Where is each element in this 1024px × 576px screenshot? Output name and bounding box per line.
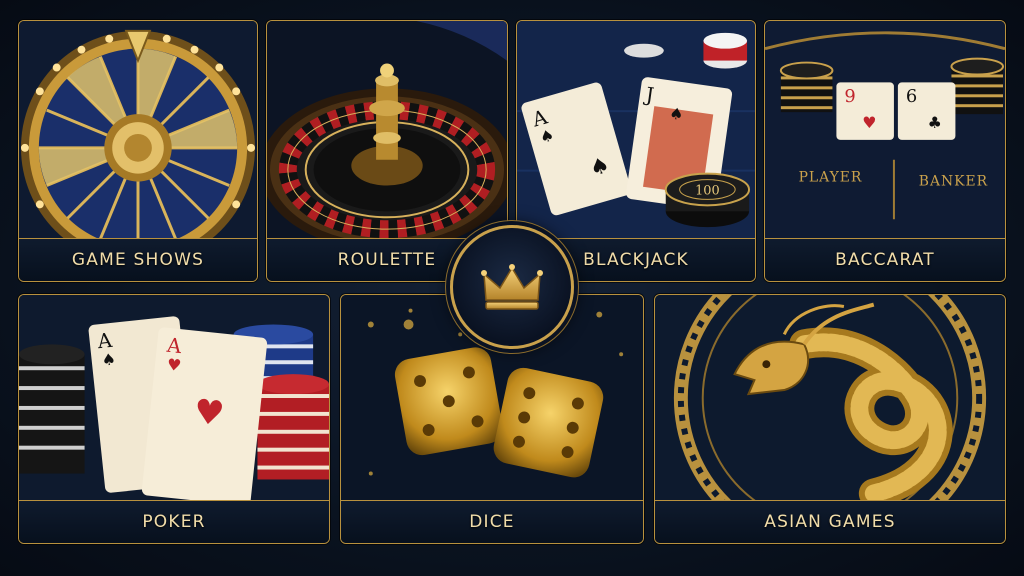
prize-wheel-icon xyxy=(19,21,257,239)
svg-text:♣: ♣ xyxy=(928,113,942,132)
crown-icon xyxy=(481,264,543,310)
poker-cards-icon: A ♠ A ♥ ♥ xyxy=(19,295,329,501)
svg-text:♠: ♠ xyxy=(101,349,117,369)
poker-label: POKER xyxy=(142,512,206,532)
baccarat-card-rank-9: 9 xyxy=(844,86,855,107)
player-area-label: PLAYER xyxy=(799,170,863,186)
crown-badge[interactable] xyxy=(450,225,574,349)
baccarat-table-icon: 9 ♥ 6 ♣ PLAYER BANKER xyxy=(765,21,1005,239)
baccarat-label: BACCARAT xyxy=(835,250,935,270)
roulette-label: ROULETTE xyxy=(337,250,437,270)
dice-label: DICE xyxy=(469,512,515,532)
roulette-wheel-icon xyxy=(267,21,507,239)
blackjack-label: BLACKJACK xyxy=(583,250,689,270)
svg-text:♥: ♥ xyxy=(192,391,226,433)
svg-text:♠: ♠ xyxy=(668,103,685,124)
dragon-icon xyxy=(655,295,1005,501)
playing-cards-icon: A ♠ ♠ J ♠ 100 xyxy=(517,21,755,239)
game-shows-label: GAME SHOWS xyxy=(71,250,205,270)
chip-value: 100 xyxy=(695,183,720,198)
tile-asian-games[interactable]: ASIAN GAMES xyxy=(654,294,1006,544)
tile-poker[interactable]: A ♠ A ♥ ♥ POKER xyxy=(18,294,330,544)
baccarat-card-rank-6: 6 xyxy=(906,86,917,107)
svg-text:♥: ♥ xyxy=(862,113,876,132)
banker-area-label: BANKER xyxy=(919,174,988,190)
tile-game-shows[interactable]: GAME SHOWS xyxy=(18,20,258,282)
svg-text:♥: ♥ xyxy=(166,355,182,375)
tile-baccarat[interactable]: 9 ♥ 6 ♣ PLAYER BANKER BACCARAT xyxy=(764,20,1006,282)
asian-games-label: ASIAN GAMES xyxy=(764,512,896,532)
